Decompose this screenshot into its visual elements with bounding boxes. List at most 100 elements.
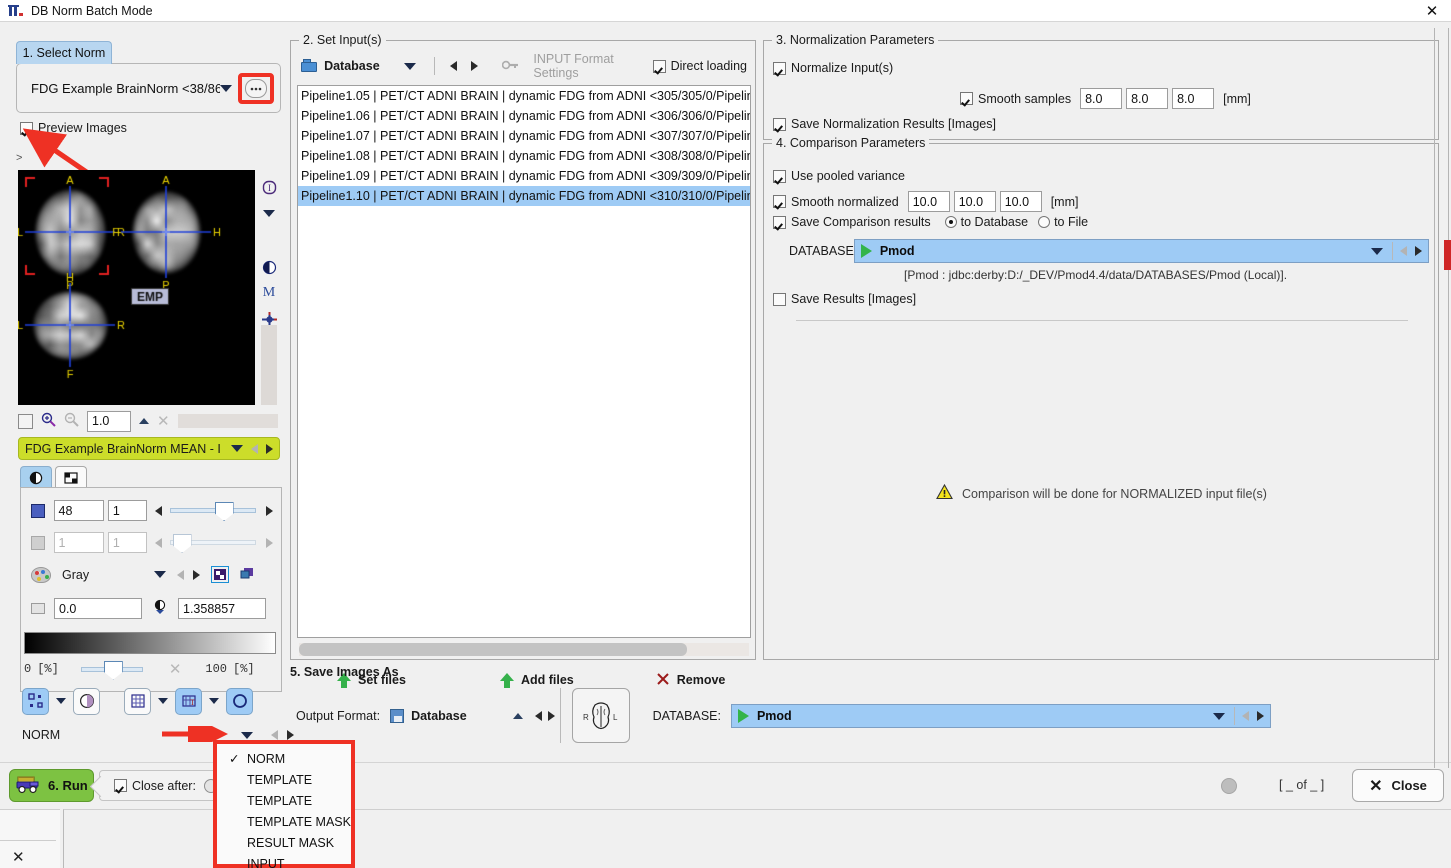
tab-contrast[interactable] [20, 466, 52, 488]
smooth-normalized-z-input[interactable]: 10.0 [999, 191, 1042, 212]
chevron-down-icon[interactable] [1371, 247, 1383, 255]
threshold-icon[interactable] [152, 599, 168, 618]
menu-item-template-1[interactable]: TEMPLATE [217, 770, 351, 791]
output-format-value[interactable]: Database [411, 709, 467, 723]
to-file-radio[interactable]: to File [1038, 215, 1088, 229]
norm-browse-button[interactable] [245, 79, 267, 98]
window-close-icon[interactable]: ✕ [1423, 2, 1441, 20]
scrollbar-thumb[interactable] [299, 643, 687, 656]
list-item[interactable]: Pipeline1.09 | PET/CT ADNI BRAIN | dynam… [298, 166, 750, 186]
markers-icon[interactable] [22, 687, 49, 715]
smooth-normalized-checkbox[interactable]: Smooth normalized [773, 195, 899, 209]
triangle-left-icon[interactable] [154, 505, 162, 516]
list-item-selected[interactable]: Pipeline1.10 | PET/CT ADNI BRAIN | dynam… [298, 186, 750, 206]
save-results-checkbox[interactable]: Save Results [Images] [773, 292, 916, 306]
slice-index-input[interactable]: 48 [53, 500, 104, 521]
smooth-normalized-x-input[interactable]: 10.0 [907, 191, 950, 212]
remove-button[interactable]: Remove [656, 672, 725, 689]
triangle-up-icon[interactable] [512, 713, 523, 719]
range-min-input[interactable]: 0.0 [54, 598, 142, 619]
triangle-right-icon[interactable] [266, 443, 273, 454]
list-item[interactable]: Pipeline1.08 | PET/CT ADNI BRAIN | dynam… [298, 146, 750, 166]
section5-database-combo[interactable]: Pmod [730, 704, 1271, 728]
chevron-down-icon[interactable] [209, 698, 219, 704]
chevron-down-icon[interactable] [56, 698, 66, 704]
triangle-left-icon[interactable] [534, 711, 542, 721]
background-close-icon[interactable]: ✕ [12, 848, 25, 866]
fusion-icon[interactable]: T [175, 687, 202, 715]
norm-browse-button-highlight[interactable] [238, 73, 274, 104]
triangle-right-icon[interactable] [547, 711, 555, 721]
smooth-samples-y-input[interactable]: 8.0 [1126, 88, 1169, 109]
triangle-up-icon[interactable] [139, 418, 149, 424]
menu-item-result-mask[interactable]: RESULT MASK [217, 833, 351, 854]
chevron-down-icon[interactable] [1212, 712, 1225, 720]
circle-icon[interactable] [226, 687, 253, 715]
tab-layout[interactable] [55, 466, 87, 488]
close-button[interactable]: ✕ Close [1352, 769, 1444, 802]
pooled-variance-checkbox[interactable]: Use pooled variance [773, 169, 905, 183]
tab-select-norm[interactable]: 1. Select Norm [16, 41, 112, 64]
colortable-name[interactable]: Gray [62, 568, 154, 582]
input-list-hscrollbar[interactable] [299, 643, 749, 656]
triangle-right-icon[interactable] [193, 569, 200, 580]
menu-item-template-mask[interactable]: TEMPLATE MASK [217, 812, 351, 833]
copy-colortable-icon[interactable] [240, 566, 256, 583]
preview-fit-checkbox[interactable] [18, 413, 33, 429]
list-item[interactable]: Pipeline1.06 | PET/CT ADNI BRAIN | dynam… [298, 106, 750, 126]
contrast-icon[interactable] [262, 258, 277, 276]
triangle-right-icon[interactable] [471, 61, 479, 71]
database-combo[interactable]: Pmod [853, 239, 1429, 263]
chevron-down-icon[interactable] [263, 204, 275, 222]
norm-combo[interactable]: FDG Example BrainNorm <38/86 [31, 77, 236, 99]
chevron-down-icon[interactable] [158, 698, 168, 704]
series-combo[interactable]: FDG Example BrainNorm MEAN - I [18, 437, 280, 460]
preview-scrollbar[interactable] [261, 325, 277, 405]
save-normalization-results-checkbox[interactable]: Save Normalization Results [Images] [773, 117, 996, 131]
slider-knob[interactable] [103, 660, 123, 680]
list-item[interactable]: Pipeline1.07 | PET/CT ADNI BRAIN | dynam… [298, 126, 750, 146]
smooth-samples-z-input[interactable]: 8.0 [1172, 88, 1215, 109]
menu-item-norm[interactable]: ✓ NORM [217, 749, 351, 770]
smooth-normalized-y-input[interactable]: 10.0 [953, 191, 996, 212]
zoom-value-input[interactable]: 1.0 [87, 410, 131, 432]
triangle-right-icon[interactable] [266, 505, 274, 516]
smooth-samples-checkbox[interactable]: Smooth samples [960, 92, 1071, 106]
save-comparison-checkbox[interactable]: Save Comparison results [773, 215, 931, 229]
percent-slider[interactable] [80, 660, 143, 680]
input-source-label[interactable]: Database [324, 59, 380, 73]
add-files-button[interactable]: Add files [499, 672, 574, 688]
slice-slider[interactable] [169, 502, 257, 521]
triangle-left-icon[interactable] [450, 61, 458, 71]
invert-colortable-icon[interactable] [211, 566, 229, 583]
direct-loading-checkbox[interactable]: Direct loading [652, 59, 747, 73]
triangle-left-icon[interactable] [251, 443, 258, 454]
list-item[interactable]: Pipeline1.05 | PET/CT ADNI BRAIN | dynam… [298, 86, 750, 106]
m-icon[interactable]: M [263, 284, 275, 302]
slider-knob[interactable] [214, 502, 234, 521]
chevron-down-icon[interactable] [154, 571, 166, 578]
input-file-list[interactable]: Pipeline1.05 | PET/CT ADNI BRAIN | dynam… [297, 85, 751, 638]
close-after-checkbox[interactable]: Close after: [114, 779, 196, 793]
menu-item-input[interactable]: INPUT [217, 854, 351, 868]
normalize-inputs-checkbox[interactable]: Normalize Input(s) [773, 61, 893, 75]
zoom-in-icon[interactable] [41, 412, 56, 430]
half-tone-icon[interactable] [73, 687, 100, 715]
to-database-radio[interactable]: to Database [944, 215, 1028, 229]
brain-preview-image[interactable] [18, 170, 255, 405]
range-max-input[interactable]: 1.358857 [178, 598, 266, 619]
triangle-right-icon[interactable] [287, 730, 295, 740]
grayscale-gradient-bar[interactable] [24, 632, 276, 654]
run-button[interactable]: 6. Run [9, 769, 94, 802]
menu-item-template-2[interactable]: TEMPLATE [217, 791, 351, 812]
smooth-samples-x-input[interactable]: 8.0 [1080, 88, 1123, 109]
norm-type-dropdown-menu[interactable]: ✓ NORM TEMPLATE TEMPLATE TEMPLATE MASK R… [213, 740, 355, 868]
chevron-down-icon[interactable] [403, 62, 416, 70]
info-icon[interactable]: I [262, 178, 277, 196]
triangle-right-icon[interactable] [1415, 246, 1422, 256]
norm-selector-chevron-down-icon[interactable] [241, 731, 254, 739]
triangle-right-icon[interactable] [1256, 711, 1264, 721]
grid-icon[interactable] [124, 687, 151, 715]
preview-images-checkbox[interactable]: Preview Images [20, 121, 127, 135]
slice-step-input[interactable]: 1 [107, 500, 147, 521]
